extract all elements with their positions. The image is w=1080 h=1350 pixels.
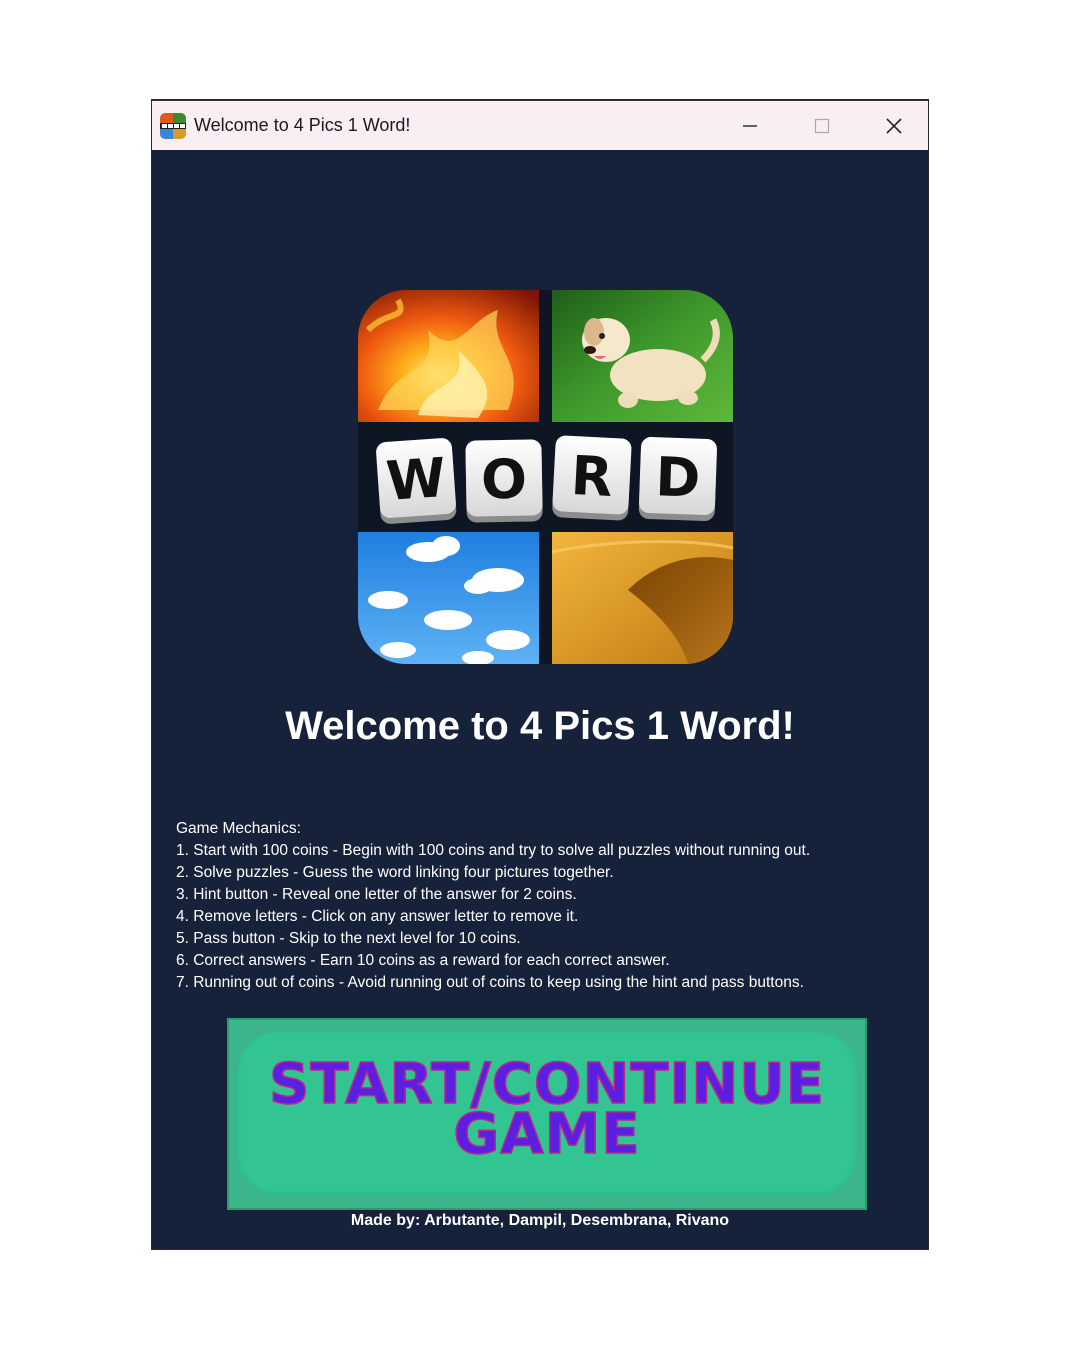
logo-letter-r: R <box>570 444 615 509</box>
app-icon <box>160 113 186 139</box>
close-button[interactable] <box>858 101 930 151</box>
mechanics-item: 6. Correct answers - Earn 10 coins as a … <box>176 952 670 969</box>
credits-text: Made by: Arbutante, Dampil, Desembrana, … <box>350 1212 730 1229</box>
fire-picture <box>358 290 539 422</box>
mechanics-item: 4. Remove letters - Click on any answer … <box>176 908 579 925</box>
maximize-button[interactable] <box>786 101 858 151</box>
minimize-button[interactable] <box>714 101 786 151</box>
mechanics-item: 1. Start with 100 coins - Begin with 100… <box>176 842 811 859</box>
window-title: Welcome to 4 Pics 1 Word! <box>194 115 411 135</box>
logo-letter-o: O <box>481 448 528 512</box>
welcome-heading: Welcome to 4 Pics 1 Word! <box>285 704 795 748</box>
logo-letter-w: W <box>384 446 448 513</box>
logo-letter-d: D <box>654 445 701 510</box>
start-button-line2: GAME <box>453 1102 641 1167</box>
app-window: Welcome to 4 Pics 1 Word! W O R D Welcom… <box>152 100 928 1249</box>
start-continue-button[interactable]: START/CONTINUE GAME <box>227 1018 867 1210</box>
game-logo: W O R D <box>358 290 733 664</box>
mechanics-title: Game Mechanics: <box>176 820 301 837</box>
sand-picture <box>551 532 733 664</box>
mechanics-item: 5. Pass button - Skip to the next level … <box>176 930 521 947</box>
puppy-picture <box>552 290 733 422</box>
mechanics-item: 2. Solve puzzles - Guess the word linkin… <box>176 864 614 881</box>
title-bar[interactable]: Welcome to 4 Pics 1 Word! <box>152 100 928 150</box>
game-mechanics: Game Mechanics: 1. Start with 100 coins … <box>176 818 916 994</box>
close-icon <box>886 118 902 134</box>
maximize-icon <box>814 118 830 134</box>
mechanics-item: 7. Running out of coins - Avoid running … <box>176 974 804 991</box>
mechanics-item: 3. Hint button - Reveal one letter of th… <box>176 886 577 903</box>
minimize-icon <box>743 125 757 127</box>
welcome-screen: W O R D Welcome to 4 Pics 1 Word! Game M… <box>152 150 928 1249</box>
sky-picture <box>358 532 539 664</box>
start-button-label: START/CONTINUE GAME <box>229 1056 865 1167</box>
